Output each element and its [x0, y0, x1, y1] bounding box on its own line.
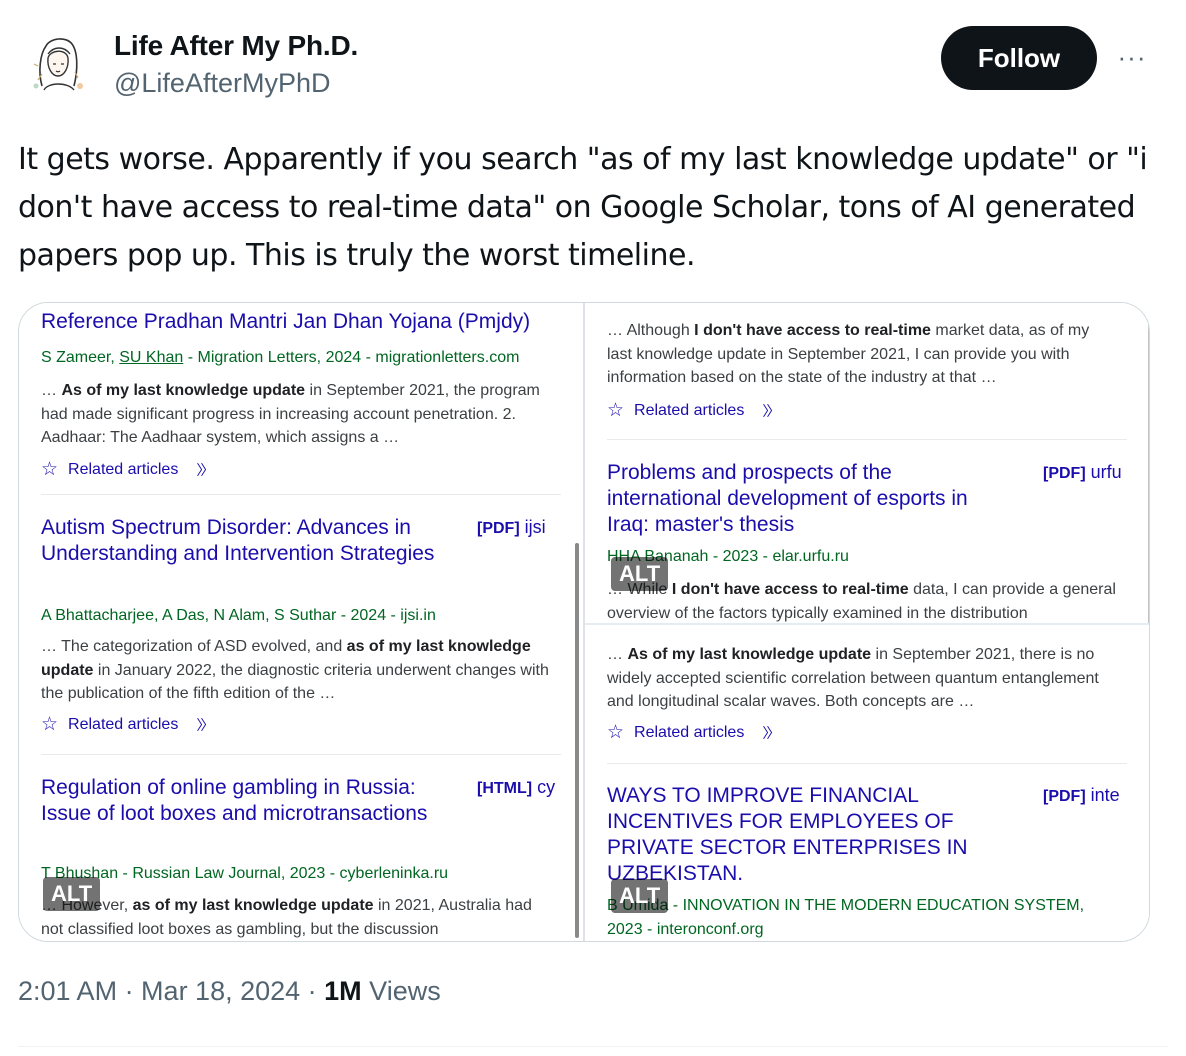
- scholar-result: … As of my last knowledge update in Sept…: [607, 643, 1127, 753]
- result-snippet: … As of my last knowledge update in Sept…: [607, 646, 1099, 710]
- result-meta: T Bhushan - Russian Law Journal, 2023 - …: [41, 865, 449, 882]
- tweet-timestamp: 2:01 AM · Mar 18, 2024 · 1M Views: [18, 976, 441, 1007]
- result-meta: S Zameer, SU Khan - Migration Letters, 2…: [41, 349, 519, 367]
- related-articles-link[interactable]: Related articles: [68, 716, 178, 734]
- result-snippet: … However, as of my last knowledge updat…: [41, 897, 532, 938]
- result-actions: ☆ Related articles 〉〉: [607, 399, 780, 422]
- double-chevron-icon[interactable]: 〉〉: [762, 401, 780, 421]
- scholar-result: … Although I don't have access to real-t…: [607, 319, 1127, 429]
- result-divider: [607, 763, 1127, 764]
- scholar-result: Problems and prospects of the internatio…: [607, 460, 1127, 623]
- result-title[interactable]: Autism Spectrum Disorder: Advances in Un…: [41, 515, 451, 567]
- views-label: Views: [361, 976, 441, 1006]
- avatar-illustration-icon: [20, 24, 96, 100]
- tweet-text: It gets worse. Apparently if you search …: [18, 142, 1148, 273]
- star-icon[interactable]: ☆: [41, 458, 58, 481]
- result-venue: - Migration Letters, 2024 - migrationlet…: [183, 349, 520, 366]
- result-title[interactable]: WAYS TO IMPROVE FINANCIAL INCENTIVES FOR…: [607, 783, 1007, 887]
- star-icon[interactable]: ☆: [607, 721, 624, 744]
- alt-badge[interactable]: ALT: [611, 557, 669, 591]
- pdf-link[interactable]: [PDF] inte: [1043, 785, 1133, 806]
- result-snippet: … As of my last knowledge update in Sept…: [41, 382, 540, 446]
- result-divider: [607, 439, 1127, 440]
- double-chevron-icon[interactable]: 〉〉: [762, 723, 780, 743]
- author-block: Life After My Ph.D. @LifeAfterMyPhD: [114, 30, 358, 99]
- result-snippet: … Although I don't have access to real-t…: [607, 322, 1090, 386]
- divider: [18, 1046, 1168, 1047]
- result-divider: [41, 494, 561, 495]
- double-chevron-icon[interactable]: 〉〉: [196, 460, 214, 480]
- result-snippet: … The categorization of ASD evolved, and…: [41, 638, 549, 702]
- result-title[interactable]: Problems and prospects of the internatio…: [607, 460, 1007, 538]
- scholar-result: Regulation of online gambling in Russia:…: [41, 775, 561, 941]
- star-icon[interactable]: ☆: [41, 713, 58, 736]
- pdf-link[interactable]: [PDF] urfu: [1043, 462, 1133, 483]
- related-articles-link[interactable]: Related articles: [634, 724, 744, 742]
- scrollbar[interactable]: [1148, 303, 1149, 623]
- result-snippet: … While I don't have access to real-time…: [607, 581, 1116, 622]
- related-articles-link[interactable]: Related articles: [634, 402, 744, 420]
- scrollbar[interactable]: [575, 543, 579, 938]
- author-handle[interactable]: @LifeAfterMyPhD: [114, 68, 358, 99]
- image-left[interactable]: Reference Pradhan Mantri Jan Dhan Yojana…: [19, 303, 582, 941]
- media-grid: Reference Pradhan Mantri Jan Dhan Yojana…: [18, 302, 1150, 942]
- result-meta: B Umida - INNOVATION IN THE MODERN EDUCA…: [607, 897, 1085, 914]
- author-link[interactable]: SU Khan: [119, 349, 183, 366]
- result-title[interactable]: Regulation of online gambling in Russia:…: [41, 775, 451, 827]
- result-title[interactable]: Reference Pradhan Mantri Jan Dhan Yojana…: [41, 309, 581, 335]
- image-right-top[interactable]: … Although I don't have access to real-t…: [585, 303, 1149, 623]
- star-icon[interactable]: ☆: [607, 399, 624, 422]
- result-meta: A Bhattacharjee, A Das, N Alam, S Suthar…: [41, 607, 436, 624]
- views-count: 1M: [324, 976, 362, 1006]
- pdf-link[interactable]: [PDF] ijsi: [477, 517, 567, 538]
- double-chevron-icon[interactable]: 〉〉: [196, 715, 214, 735]
- result-divider: [41, 754, 561, 755]
- result-actions: ☆ Related articles 〉〉: [607, 721, 780, 744]
- html-link[interactable]: [HTML] cy: [477, 777, 567, 798]
- scholar-result: WAYS TO IMPROVE FINANCIAL INCENTIVES FOR…: [607, 783, 1127, 941]
- follow-button[interactable]: Follow: [941, 26, 1097, 90]
- author-name[interactable]: Life After My Ph.D.: [114, 30, 358, 62]
- time-date-link[interactable]: 2:01 AM · Mar 18, 2024 ·: [18, 976, 324, 1006]
- image-right: … Although I don't have access to real-t…: [583, 303, 1149, 941]
- alt-badge[interactable]: ALT: [611, 879, 669, 913]
- related-articles-link[interactable]: Related articles: [68, 461, 178, 479]
- result-meta: 2023 - interonconf.org: [607, 921, 764, 938]
- alt-badge[interactable]: ALT: [43, 877, 101, 911]
- more-options-icon[interactable]: ···: [1112, 40, 1152, 74]
- scholar-result: Reference Pradhan Mantri Jan Dhan Yojana…: [41, 309, 561, 481]
- result-actions: ☆ Related articles 〉〉: [41, 458, 214, 481]
- avatar[interactable]: [20, 24, 96, 100]
- result-actions: ☆ Related articles 〉〉: [41, 713, 214, 736]
- image-right-bottom[interactable]: … As of my last knowledge update in Sept…: [585, 623, 1149, 941]
- scholar-result: Autism Spectrum Disorder: Advances in Un…: [41, 515, 561, 735]
- result-authors: S Zameer,: [41, 349, 120, 366]
